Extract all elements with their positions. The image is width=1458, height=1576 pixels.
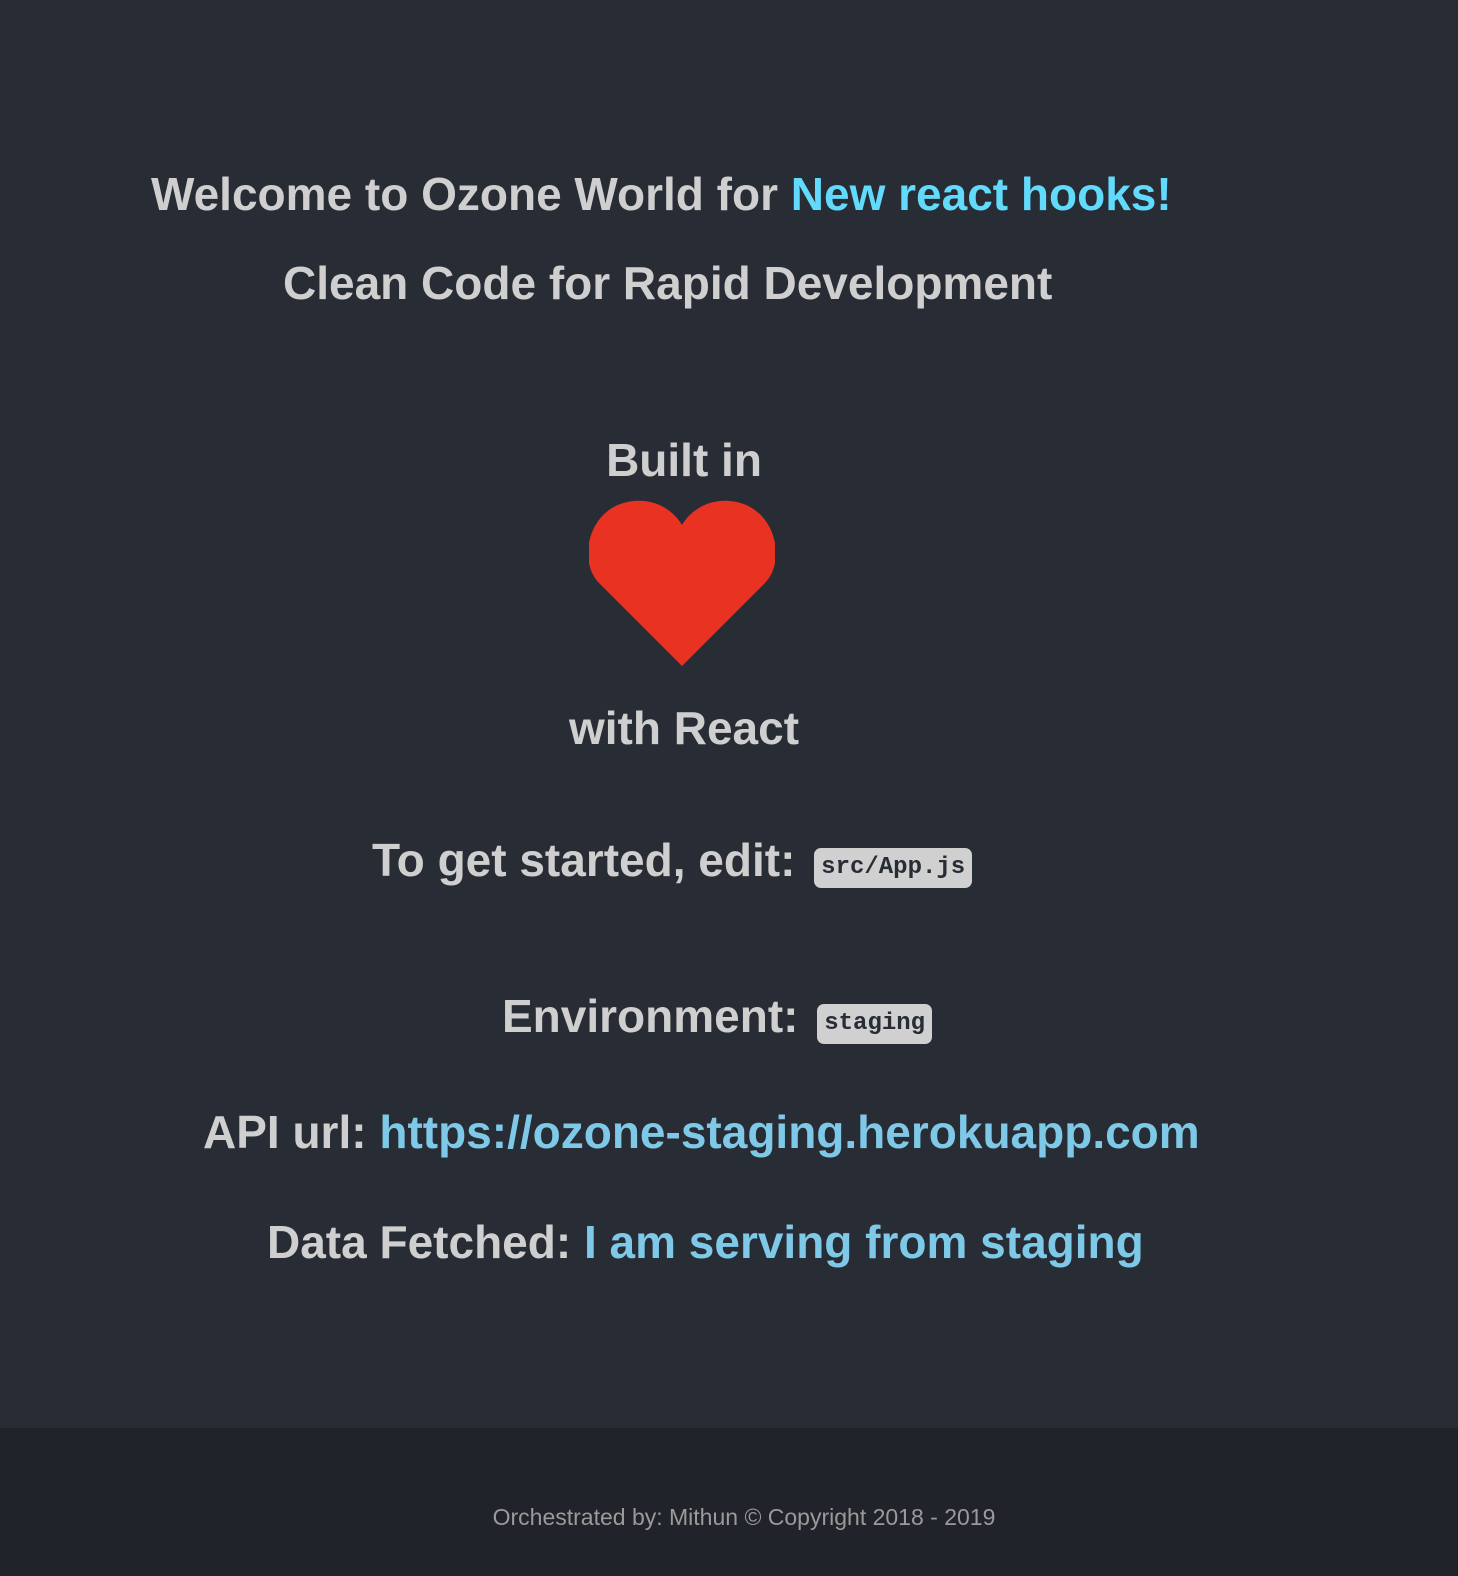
- file-path-badge: src/App.js: [814, 847, 973, 888]
- data-fetched-value: I am serving from staging: [583, 1216, 1144, 1268]
- welcome-heading: Welcome to Ozone World for New react hoo…: [151, 166, 1172, 222]
- data-fetched-line: Data Fetched: I am serving from staging: [267, 1214, 1144, 1270]
- footer: Orchestrated by: Mithun © Copyright 2018…: [0, 1428, 1458, 1576]
- data-fetched-label: Data Fetched:: [267, 1216, 584, 1268]
- environment-line: Environment: staging: [502, 988, 933, 1044]
- footer-copyright: Orchestrated by: Mithun © Copyright 2018…: [492, 1504, 996, 1530]
- heart-icon: [589, 500, 775, 666]
- welcome-accent: New react hooks!: [790, 168, 1172, 220]
- get-started-label: To get started, edit:: [372, 834, 809, 886]
- built-in-label: Built in: [606, 434, 762, 486]
- with-react-label: with React: [568, 702, 800, 754]
- environment-label: Environment:: [502, 990, 812, 1042]
- environment-badge: staging: [817, 1003, 933, 1044]
- api-url-link[interactable]: https://ozone-staging.herokuapp.com: [379, 1106, 1199, 1158]
- get-started-line: To get started, edit: src/App.js: [372, 832, 973, 888]
- welcome-prefix: Welcome to Ozone World for: [151, 168, 791, 220]
- api-url-line: API url: https://ozone-staging.herokuapp…: [203, 1104, 1200, 1160]
- api-url-label: API url:: [203, 1106, 380, 1158]
- tagline: Clean Code for Rapid Development: [283, 257, 1053, 309]
- app-main: Welcome to Ozone World for New react hoo…: [0, 0, 1458, 1428]
